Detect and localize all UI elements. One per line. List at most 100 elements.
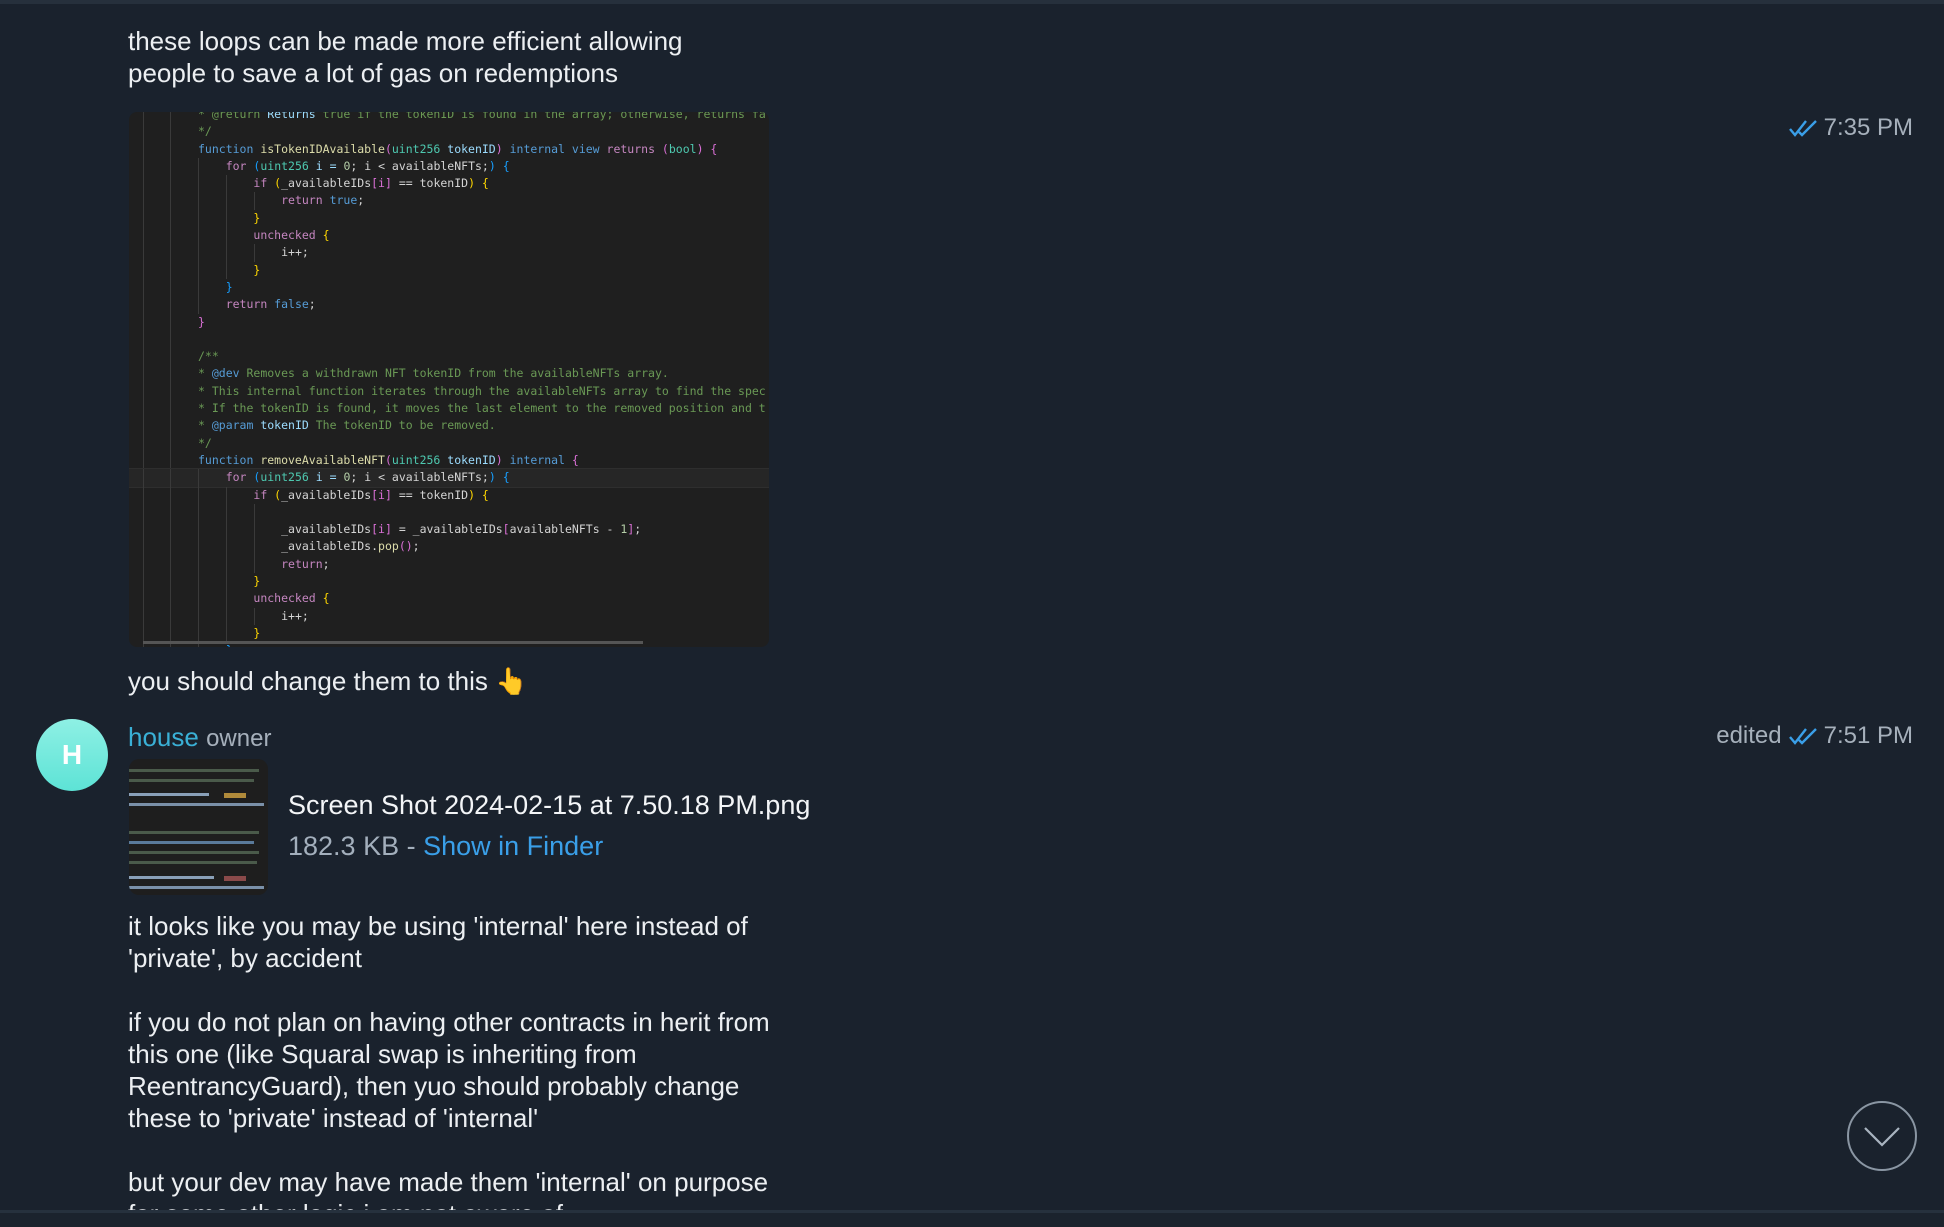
indent-guide	[170, 278, 171, 297]
timestamp-text: 7:51 PM	[1823, 722, 1913, 749]
indent-guide	[170, 157, 171, 176]
indent-guide	[143, 313, 144, 331]
chat-history[interactable]: these loops can be made more efficient a…	[0, 0, 1944, 1210]
code-line: function removeAvailableNFT(uint256 toke…	[129, 451, 769, 470]
indent-guide	[198, 209, 199, 228]
code-token: (	[384, 452, 392, 467]
code-line: }	[129, 573, 769, 591]
file-meta: 182.3 KB - Show in Finder	[288, 831, 603, 862]
indent-guide	[170, 521, 171, 539]
file-thumbnail[interactable]	[129, 759, 268, 895]
indent-guide	[226, 590, 227, 608]
indent-guide	[198, 469, 199, 487]
code-token: function	[198, 141, 261, 156]
code-token: @param	[211, 418, 261, 433]
indent-guide	[170, 451, 171, 470]
indent-guide	[170, 555, 171, 574]
indent-guide	[198, 503, 199, 522]
indent-guide	[198, 278, 199, 297]
message-line: this one (like Squaral swap is inheritin…	[128, 1039, 637, 1069]
code-token: )	[495, 452, 510, 467]
code-token: i =	[315, 158, 344, 173]
message-loops-efficiency: these loops can be made more efficient a…	[128, 25, 683, 89]
code-token: tokenID	[447, 452, 496, 467]
code-line	[129, 330, 769, 349]
indent-guide	[170, 330, 171, 349]
indent-guide	[143, 192, 144, 210]
indent-guide	[143, 451, 144, 470]
indent-guide	[143, 330, 144, 349]
code-token: ) {	[696, 141, 718, 156]
sender-role-badge: owner	[206, 725, 272, 752]
code-token: uint256	[391, 452, 448, 467]
indent-guide	[226, 624, 227, 643]
indent-guide	[254, 244, 255, 262]
show-in-finder-link[interactable]: Show in Finder	[423, 831, 603, 861]
code-token: ;	[634, 522, 642, 537]
scroll-to-bottom-button[interactable]	[1847, 1101, 1917, 1171]
code-token: removeAvailableNFT	[260, 452, 385, 467]
indent-guide	[143, 521, 144, 539]
code-screenshot-image[interactable]: * @return Returns true if the tokenID is…	[129, 112, 769, 647]
indent-guide	[143, 175, 144, 193]
code-token: ;	[357, 193, 365, 208]
code-line: * If the tokenID is found, it moves the …	[129, 400, 769, 418]
indent-guide	[143, 348, 144, 366]
code-token: return	[281, 556, 323, 571]
code-line: return true;	[129, 192, 769, 210]
sender-name[interactable]: house	[128, 722, 199, 752]
code-token: == tokenID	[391, 176, 469, 191]
code-token: uint256	[391, 141, 448, 156]
code-token: Returns	[267, 112, 323, 121]
code-line: */	[129, 434, 769, 452]
indent-guide	[226, 573, 227, 591]
code-token: ; i < availableNFTs;	[350, 470, 489, 485]
code-token: [i]	[371, 176, 392, 191]
code-token: ;	[322, 556, 330, 571]
code-token: unchecked	[253, 228, 323, 243]
indent-guide	[143, 503, 144, 522]
code-token: }	[198, 314, 205, 329]
indent-guide	[198, 521, 199, 539]
message-line: you should change them to this 👆	[128, 666, 528, 696]
indent-guide	[170, 209, 171, 228]
indent-guide	[198, 227, 199, 245]
avatar[interactable]: H	[36, 719, 108, 791]
indent-guide	[170, 296, 171, 314]
indent-guide	[170, 503, 171, 522]
message-internal-vs-private: it looks like you may be using 'internal…	[128, 910, 770, 1210]
code-token: *	[198, 418, 212, 433]
indent-guide	[143, 538, 144, 556]
code-token: function	[198, 452, 261, 467]
indent-guide	[254, 521, 255, 539]
file-name[interactable]: Screen Shot 2024-02-15 at 7.50.18 PM.png	[288, 790, 810, 821]
indent-guide	[254, 192, 255, 210]
message-line: 'private', by accident	[128, 943, 362, 973]
indent-guide	[170, 244, 171, 262]
indent-guide	[143, 261, 144, 279]
indent-guide	[170, 227, 171, 245]
code-token: internal	[509, 452, 572, 467]
indent-guide	[226, 261, 227, 279]
indent-guide	[198, 244, 199, 262]
code-line: i++;	[129, 607, 769, 625]
indent-guide	[170, 469, 171, 487]
indent-guide	[198, 192, 199, 210]
indent-guide	[198, 261, 199, 279]
code-token: */	[198, 124, 212, 139]
code-token: {	[322, 228, 330, 243]
code-token: ; i < availableNFTs;	[350, 158, 489, 173]
code-token: {	[322, 591, 330, 606]
composer-bar-edge	[0, 1210, 1944, 1227]
code-token: }	[253, 262, 261, 277]
indent-guide	[226, 209, 227, 228]
code-token: bool	[668, 141, 697, 156]
indent-guide	[170, 261, 171, 279]
code-token: ;	[308, 297, 316, 312]
indent-guide	[143, 434, 144, 452]
indent-guide	[198, 555, 199, 574]
indent-guide	[170, 123, 171, 141]
code-line: function isTokenIDAvailable(uint256 toke…	[129, 140, 769, 158]
code-line: }	[129, 278, 769, 297]
code-token: * If the tokenID is found, it moves the …	[198, 401, 766, 416]
